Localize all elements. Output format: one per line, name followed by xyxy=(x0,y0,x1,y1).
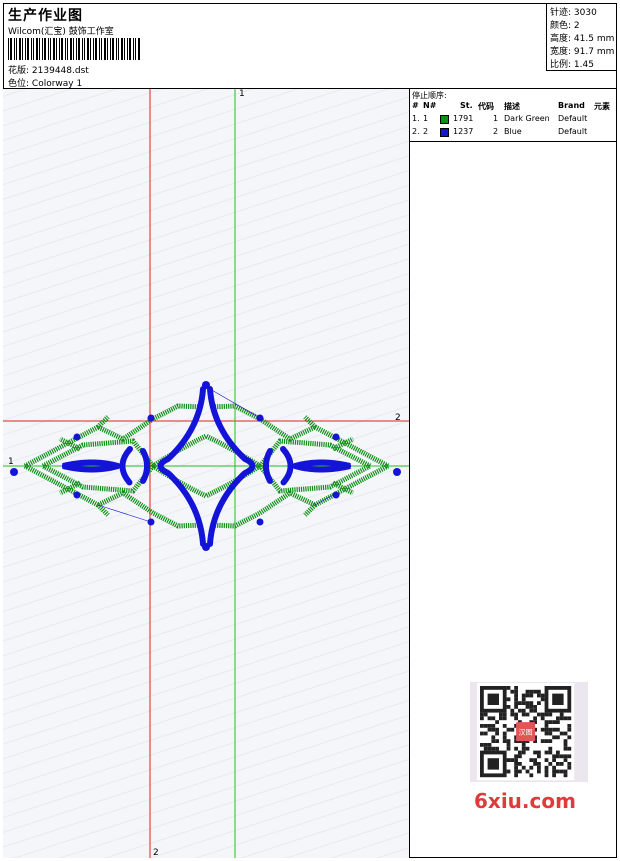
red-guide-marker-right: 2 xyxy=(395,413,401,423)
col-stitches: St. xyxy=(460,101,473,110)
row-brand: Default xyxy=(558,114,588,123)
row-stitches: 1791 xyxy=(453,114,474,123)
fabric-texture xyxy=(3,89,409,858)
row-description: Blue xyxy=(504,127,522,136)
table-row[interactable]: 2. 2 1237 2 Blue Default xyxy=(410,127,617,139)
row-code: 1 xyxy=(493,114,499,123)
stat-colors: 颜色: 2 xyxy=(550,21,580,31)
qr-code[interactable]: 汉图 xyxy=(470,682,588,782)
row-number: 1 xyxy=(423,114,429,123)
col-code: 代码 xyxy=(478,102,494,111)
table-row[interactable]: 1. 1 1791 1 Dark Green Default xyxy=(410,114,617,126)
page-title: 生产作业图 xyxy=(8,8,83,24)
red-guide-marker-bottom: 2 xyxy=(153,848,159,858)
row-index: 1. xyxy=(412,114,420,123)
row-code: 2 xyxy=(493,127,499,136)
header: 生产作业图 Wilcom(汇宝) 鼓饰工作室 花版: 2139448.dst 色… xyxy=(3,3,617,89)
barcode xyxy=(8,38,140,60)
design-svg: 1 1 2 2 xyxy=(3,89,409,858)
color-swatch xyxy=(440,115,449,124)
design-file-value: 2139448.dst xyxy=(31,66,89,76)
row-brand: Default xyxy=(558,127,588,136)
color-swatch xyxy=(440,128,449,137)
row-index: 2. xyxy=(412,127,420,136)
stat-scale: 比例: 1.45 xyxy=(550,60,594,70)
stop-sequence-header: # N# St. 代码 描述 Brand 元素 xyxy=(410,101,617,112)
stop-sequence-title: 停止顺序: xyxy=(412,91,447,100)
design-file-label: 花版: xyxy=(8,66,30,76)
colorway: 色位: Colorway 1 xyxy=(8,76,82,89)
col-element: 元素 xyxy=(594,102,610,111)
stat-stitches: 针迹: 3030 xyxy=(550,8,597,18)
col-description: 描述 xyxy=(504,102,520,111)
row-stitches: 1237 xyxy=(453,127,474,136)
qr-badge-label: 汉图 xyxy=(519,729,533,737)
site-watermark: 6xiu.com xyxy=(474,789,576,813)
col-number: N# xyxy=(423,101,437,110)
stat-height: 高度: 41.5 mm xyxy=(550,34,615,44)
colorway-value: Colorway 1 xyxy=(31,79,83,89)
stat-width: 宽度: 91.7 mm xyxy=(550,47,615,57)
colorway-label: 色位: xyxy=(8,79,30,89)
qr-code-image: 汉图 xyxy=(477,683,575,781)
row-description: Dark Green xyxy=(504,114,550,123)
company-name: Wilcom(汇宝) 鼓饰工作室 xyxy=(8,27,114,37)
stop-sequence-panel: 停止顺序: # N# St. 代码 描述 Brand 元素 1. 1 1791 … xyxy=(410,89,617,142)
green-guide-marker-top: 1 xyxy=(239,89,245,99)
col-brand: Brand xyxy=(558,101,585,110)
design-file: 花版: 2139448.dst xyxy=(8,63,89,76)
stats-box: 针迹: 3030 颜色: 2 高度: 41.5 mm 宽度: 91.7 mm 比… xyxy=(546,3,617,71)
design-canvas[interactable]: 1 1 2 2 xyxy=(3,89,410,858)
col-index: # xyxy=(412,101,419,110)
row-number: 2 xyxy=(423,127,429,136)
green-guide-marker-left: 1 xyxy=(8,457,14,467)
